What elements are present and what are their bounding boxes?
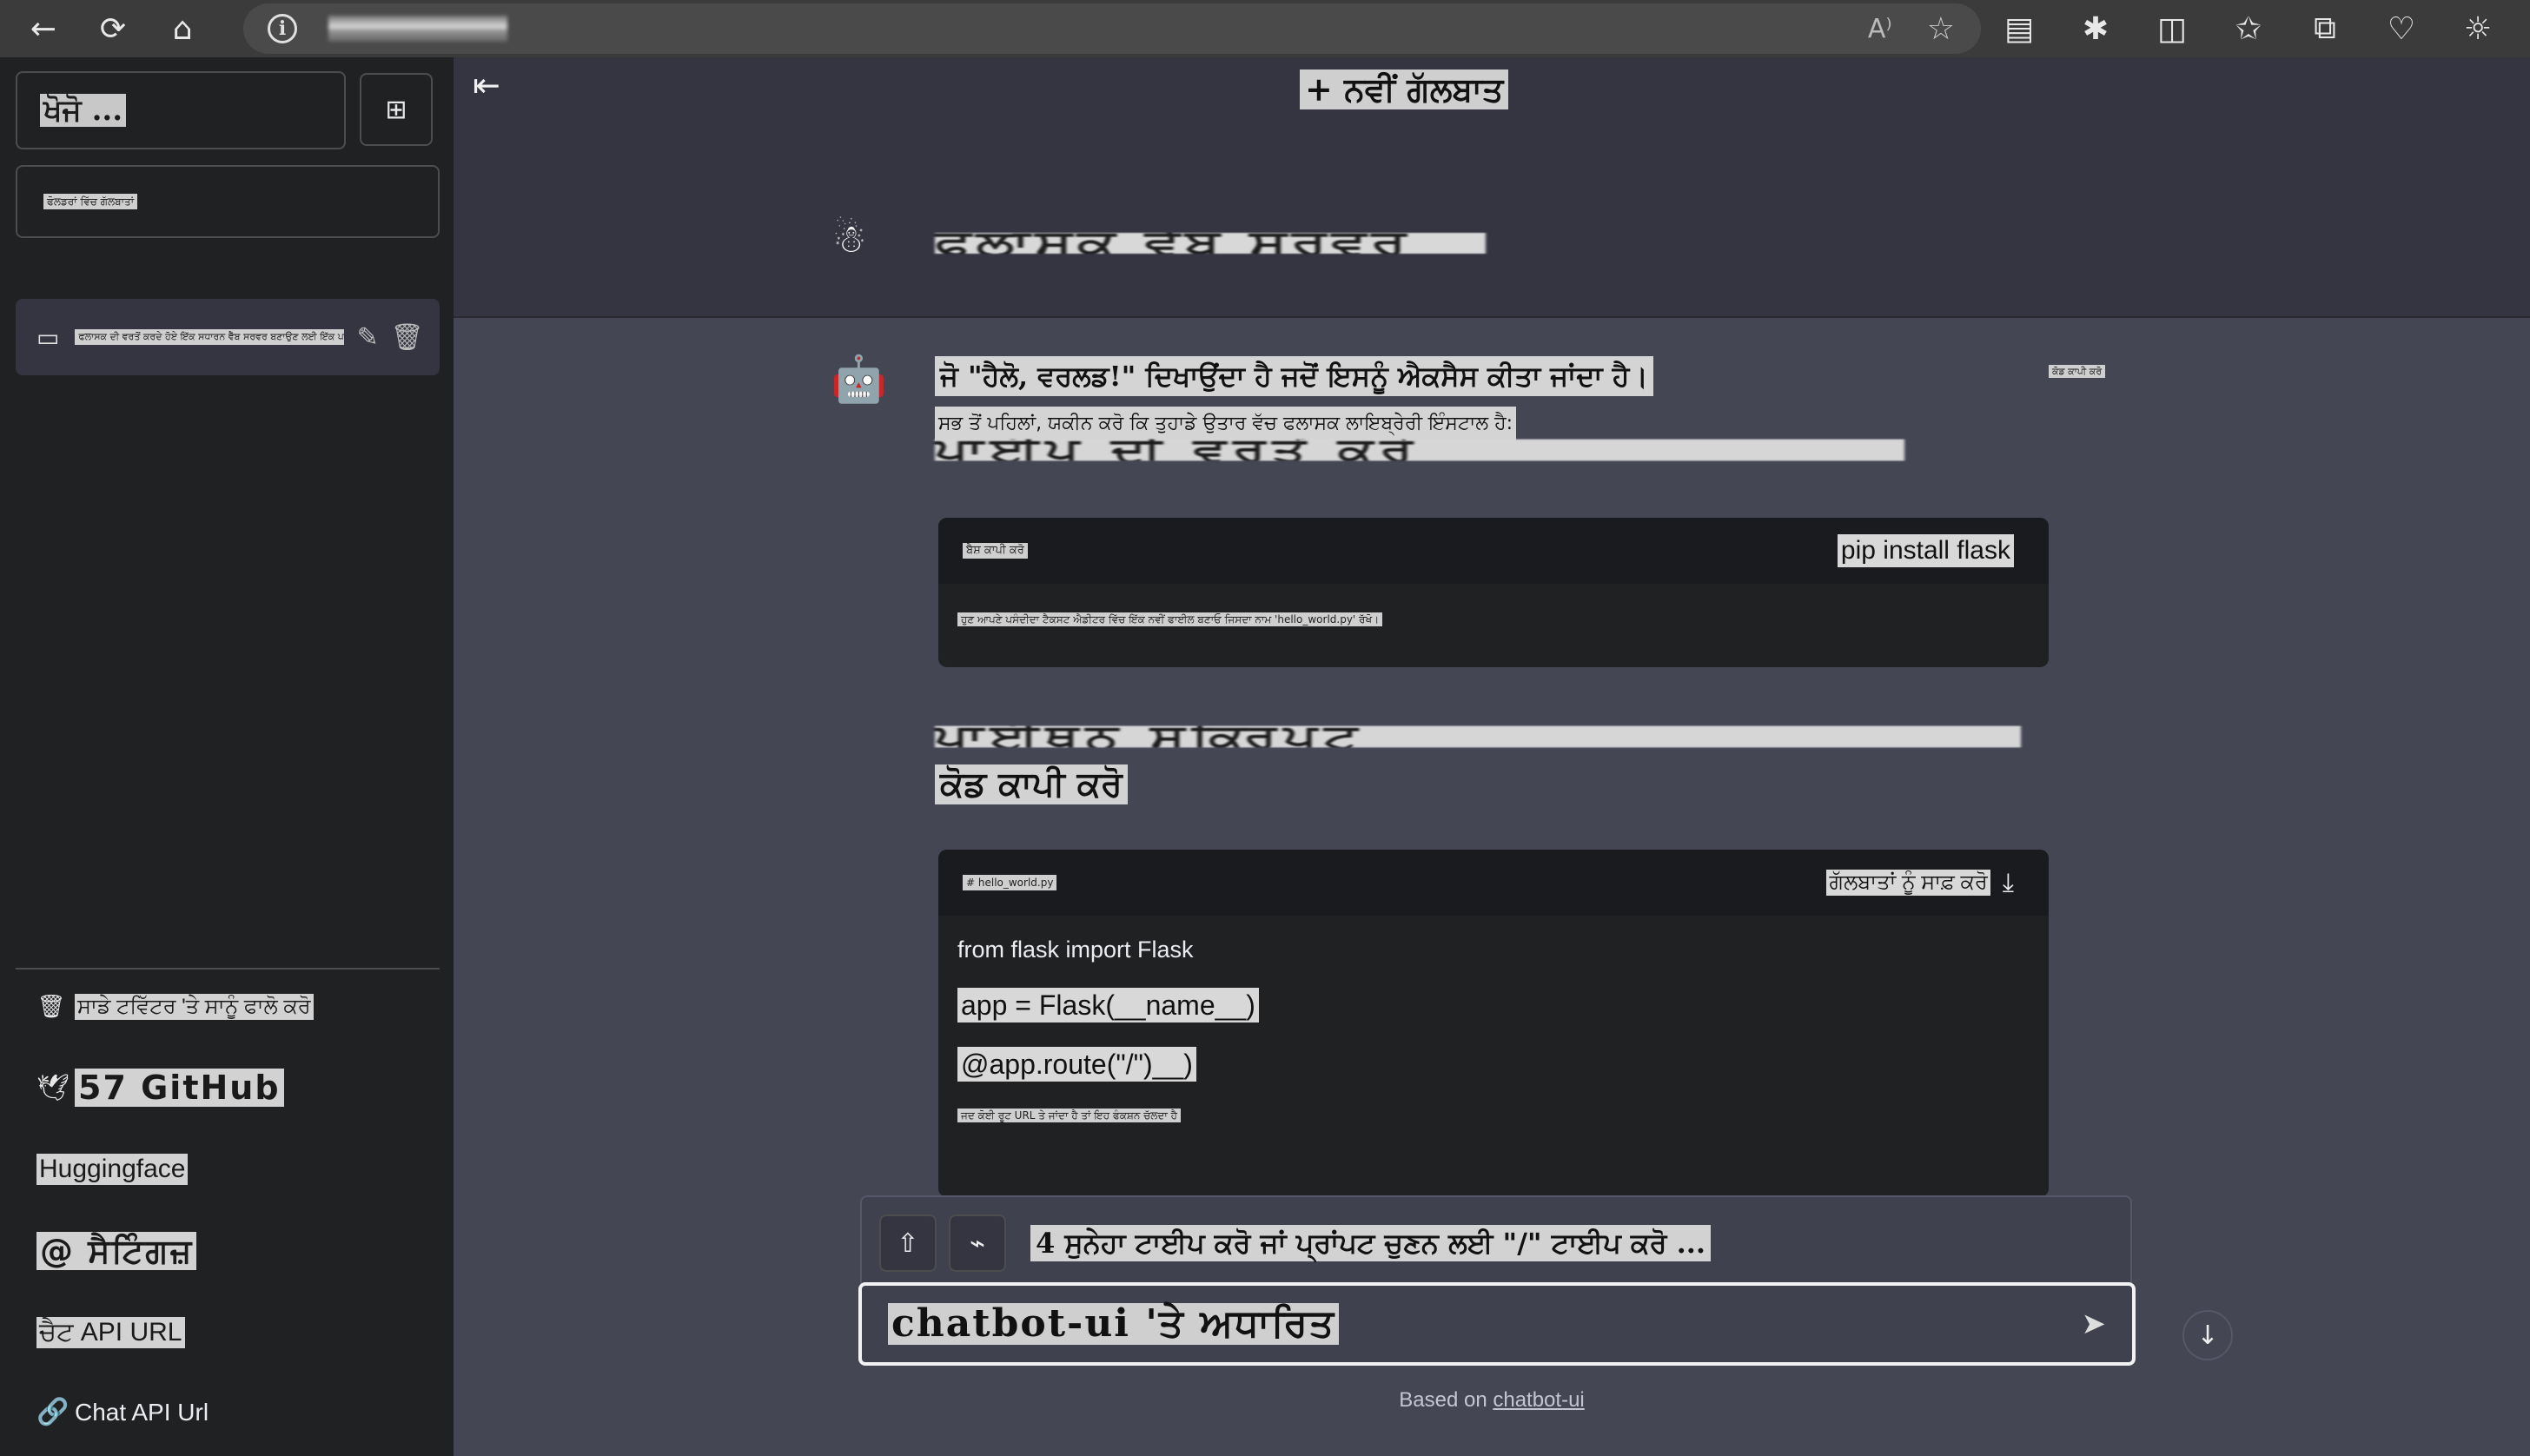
- extensions-icon[interactable]: ✱: [2057, 11, 2134, 47]
- footer-prefix: Based on: [1399, 1388, 1493, 1412]
- huggingface-label: Huggingface: [36, 1154, 189, 1185]
- code-block-header: # hello_world.py ਗੱਲਬਾਤਾਂ ਨੂੰ ਸਾਫ਼ ਕਰੋ ⤓: [938, 850, 2049, 916]
- sidebar-item-settings[interactable]: @ ਸੈਟਿੰਗਜ਼: [36, 1232, 197, 1270]
- code-block-bash: ਬੈਸ਼ ਕਾਪੀ ਕਰੋ pip install flask ਹੁਣ ਆਪਣੇ…: [938, 518, 2049, 667]
- home-icon[interactable]: ⌂: [156, 3, 209, 55]
- settings-label: @ ਸੈਟਿੰਗਜ਼: [36, 1232, 197, 1270]
- robot-icon: 🤖: [831, 354, 887, 406]
- favorite-star-icon[interactable]: ☆: [1927, 11, 1955, 47]
- footer: Based on chatbot-ui: [454, 1388, 2530, 1413]
- folder-label: ਫੋਲਡਰਾਂ ਵਿੱਚ ਗੱਲਬਾਤਾਂ: [43, 194, 138, 209]
- search-input[interactable]: ਖੋਜੋ ...: [16, 71, 346, 149]
- read-aloud-icon[interactable]: A⁾: [1868, 14, 1892, 44]
- collapse-sidebar-icon[interactable]: ⇤: [473, 66, 500, 104]
- plugin-button[interactable]: ⌁: [949, 1214, 1006, 1272]
- url-text: [328, 16, 507, 42]
- assistant-text-line1: ਜੋ "ਹੈਲੋ, ਵਰਲਡ!" ਦਿਖਾਉਂਦਾ ਹੈ ਜਦੋਂ ਇਸਨੂੰ …: [935, 356, 1653, 396]
- search-placeholder: ਖੋਜੋ ...: [40, 94, 127, 127]
- folder-drop-zone[interactable]: ਫੋਲਡਰਾਂ ਵਿੱਚ ਗੱਲਬਾਤਾਂ: [16, 165, 440, 238]
- upload-icon: ⇧: [897, 1228, 919, 1259]
- user-message-row: ☃ ਫਲਾਸਕ ਵੈੱਬ ਸਰਵਰ: [454, 120, 2530, 318]
- copilot-icon[interactable]: ☼: [2440, 11, 2516, 47]
- copy-note-label: ਕੋਡ ਕਾਪੀ ਕਰੋ: [2049, 365, 2106, 378]
- clear-conversations-button[interactable]: ਗੱਲਬਾਤਾਂ ਨੂੰ ਸਾਫ਼ ਕਰੋ: [1826, 870, 1990, 896]
- prompt-toolbar: ⇧ ⌁ 4 ਸੁਨੇਹਾ ਟਾਈਪ ਕਰੋ ਜਾਂ ਪ੍ਰਾਂਪਟ ਚੁਣਨ ਲ…: [860, 1195, 2132, 1291]
- code-block-python: # hello_world.py ਗੱਲਬਾਤਾਂ ਨੂੰ ਸਾਫ਼ ਕਰੋ ⤓…: [938, 850, 2049, 1197]
- new-folder-button[interactable]: ⊞: [360, 73, 433, 146]
- pencil-icon[interactable]: ✎: [356, 322, 378, 353]
- footer-link[interactable]: chatbot-ui: [1493, 1388, 1584, 1412]
- code-line-3: @app.route("/")__): [957, 1047, 1196, 1082]
- chat-api-url-label: Chat API Url: [75, 1398, 209, 1426]
- code-block-body: ਹੁਣ ਆਪਣੇ ਪਸੰਦੀਦਾ ਟੈਕਸਟ ਐਡੀਟਰ ਵਿੱਚ ਇੱਕ ਨਵ…: [938, 584, 2049, 647]
- twitter-label: ਸਾਡੇ ਟਵਿੱਟਰ 'ਤੇ ਸਾਨੂੰ ਫਾਲੋ ਕਰੋ: [75, 994, 314, 1020]
- chat-bubble-icon: ▭: [36, 322, 60, 352]
- sidebar-item-github[interactable]: 🕊 57 GitHub: [36, 1069, 284, 1107]
- new-chat-button[interactable]: + ਨਵੀਂ ਗੱਲਬਾਤ: [1300, 69, 1509, 109]
- collections-icon[interactable]: ⧉: [2287, 10, 2363, 47]
- code-filename: # hello_world.py: [963, 875, 1057, 890]
- chat-api-url-pa-label: ਚੈਟ API URL: [36, 1317, 185, 1348]
- code-line-4: ਜਦ ਕੋਈ ਰੂਟ URL ਤੇ ਜਾਂਦਾ ਹੈ ਤਾਂ ਇਹ ਫੰਕਸ਼ਨ…: [957, 1109, 1181, 1122]
- copy-code-button[interactable]: ਕੋਡ ਕਾਪੀ ਕਰੋ: [935, 764, 1128, 804]
- upload-button[interactable]: ⇧: [879, 1214, 937, 1272]
- arrow-down-icon: ↓: [2196, 1320, 2219, 1351]
- sidebar-item-huggingface[interactable]: Huggingface: [36, 1154, 189, 1185]
- chat-header: ⇤ + ਨਵੀਂ ਗੱਲਬਾਤ: [454, 57, 2530, 120]
- sidebar: ਖੋਜੋ ... ⊞ ਫੋਲਡਰਾਂ ਵਿੱਚ ਗੱਲਬਾਤਾਂ ▭ ਫਲਾਸਕ…: [0, 57, 454, 1456]
- link-icon: 🔗: [36, 1397, 70, 1427]
- user-message: ਫਲਾਸਕ ਵੈੱਬ ਸਰਵਰ: [935, 233, 1486, 254]
- site-info-icon[interactable]: i: [268, 14, 297, 43]
- scroll-down-button[interactable]: ↓: [2182, 1310, 2233, 1360]
- assistant-heading-2: ਪਾਈਥਨ ਸਕ੍ਰਿਪਟ: [935, 725, 2021, 748]
- code-line-1: from flask import Flask: [957, 936, 1194, 963]
- code-block-header: ਬੈਸ਼ ਕਾਪੀ ਕਰੋ pip install flask: [938, 518, 2049, 584]
- folder-plus-icon: ⊞: [385, 94, 407, 125]
- chat-input[interactable]: chatbot-ui 'ਤੇ ਅਧਾਰਿਤ ➤: [858, 1282, 2136, 1366]
- health-icon[interactable]: ♡: [2363, 11, 2440, 47]
- reload-icon[interactable]: ⟳: [87, 3, 139, 55]
- twitter-bird-icon: 🕊: [36, 1072, 70, 1103]
- split-screen-icon[interactable]: ◫: [2134, 11, 2210, 47]
- chat-main: ⇤ + ਨਵੀਂ ਗੱਲਬਾਤ ☃ ਫਲਾਸਕ ਵੈੱਬ ਸਰਵਰ 🤖 ਜੋ "…: [454, 57, 2530, 1456]
- sidebar-item-twitter[interactable]: 🗑 ਸਾਡੇ ਟਵਿੱਟਰ 'ਤੇ ਸਾਨੂੰ ਫਾਲੋ ਕਰੋ: [36, 994, 314, 1020]
- download-icon[interactable]: ⤓: [2003, 868, 2014, 898]
- sidebar-item-chat-api-url-pa[interactable]: ਚੈਟ API URL: [36, 1317, 185, 1348]
- plugin-icon: ⌁: [969, 1228, 986, 1259]
- back-icon[interactable]: ←: [17, 3, 70, 55]
- conversation-title: ਫਲਾਸਕ ਦੀ ਵਰਤੋਂ ਕਰਦੇ ਹੋਏ ਇੱਕ ਸਧਾਰਨ ਵੈੱਬ ਸ…: [75, 329, 345, 345]
- reading-view-icon[interactable]: ▤: [1981, 11, 2057, 47]
- trash-icon[interactable]: 🗑: [391, 322, 424, 353]
- assistant-heading-1: ਪਾਈਪ ਦੀ ਵਰਤੋਂ ਕਰੋ: [935, 439, 1904, 461]
- trash-icon: 🗑: [36, 994, 66, 1020]
- send-icon[interactable]: ➤: [2082, 1307, 2107, 1341]
- chat-input-placeholder: chatbot-ui 'ਤੇ ਅਧਾਰਿਤ: [888, 1303, 1340, 1345]
- user-avatar-icon: ☃: [832, 217, 867, 261]
- favorites-icon[interactable]: ✩: [2210, 11, 2287, 47]
- code-note: ਹੁਣ ਆਪਣੇ ਪਸੰਦੀਦਾ ਟੈਕਸਟ ਐਡੀਟਰ ਵਿੱਚ ਇੱਕ ਨਵ…: [957, 612, 1383, 626]
- github-label: 57 GitHub: [75, 1069, 284, 1107]
- conversation-item[interactable]: ▭ ਫਲਾਸਕ ਦੀ ਵਰਤੋਂ ਕਰਦੇ ਹੋਏ ਇੱਕ ਸਧਾਰਨ ਵੈੱਬ…: [16, 299, 440, 375]
- copy-note[interactable]: ਕੋਡ ਕਾਪੀ ਕਰੋ: [2049, 361, 2106, 379]
- assistant-text-line2: ਸਭ ਤੋਂ ਪਹਿਲਾਂ, ਯਕੀਨ ਕਰੋ ਕਿ ਤੁਹਾਡੇ ਉਤਾਰ ਵ…: [935, 407, 1517, 441]
- browser-toolbar: ← ⟳ ⌂ i A⁾ ☆ ▤ ✱ ◫ ✩ ⧉ ♡ ☼: [0, 0, 2530, 57]
- code-block-body: from flask import Flask app = Flask(__na…: [938, 916, 2049, 1143]
- code-line-2: app = Flask(__name__): [957, 988, 1259, 1023]
- sidebar-divider: [16, 968, 440, 970]
- prompt-hint: 4 ਸੁਨੇਹਾ ਟਾਈਪ ਕਰੋ ਜਾਂ ਪ੍ਰਾਂਪਟ ਚੁਣਨ ਲਈ "/…: [1030, 1225, 1712, 1261]
- code-language[interactable]: ਬੈਸ਼ ਕਾਪੀ ਕਰੋ: [963, 543, 1028, 559]
- sidebar-item-chat-api-url[interactable]: 🔗 Chat API Url: [36, 1397, 209, 1427]
- address-bar[interactable]: i A⁾ ☆: [243, 3, 1981, 54]
- code-command: pip install flask: [1837, 534, 2014, 567]
